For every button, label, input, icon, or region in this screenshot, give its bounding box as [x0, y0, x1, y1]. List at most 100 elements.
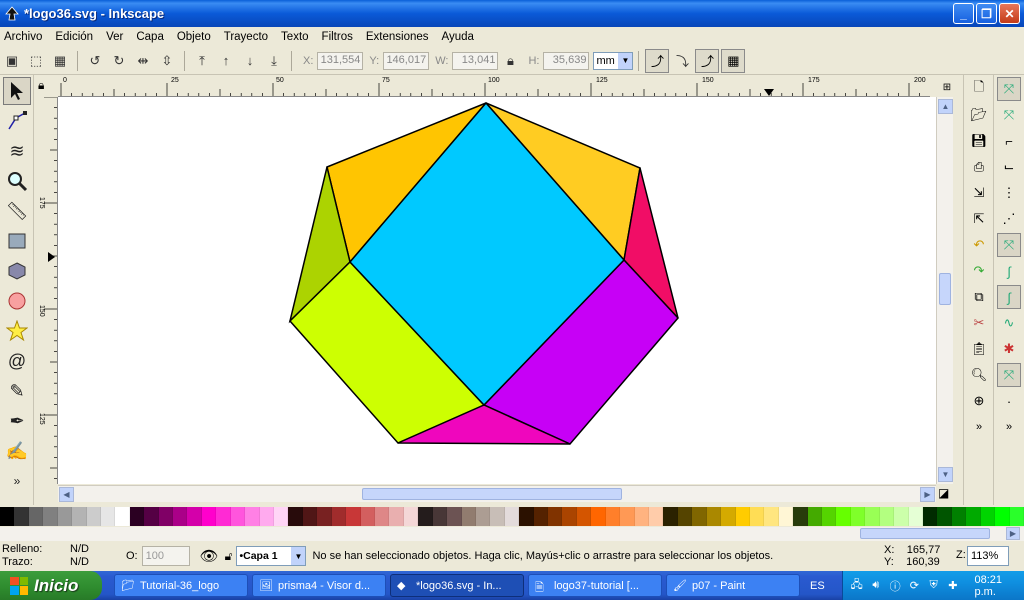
lower-to-bottom-icon[interactable]: ⤓	[264, 51, 284, 71]
palette-swatch[interactable]	[187, 507, 202, 526]
node-tool-icon[interactable]	[3, 107, 31, 135]
menu-extensiones[interactable]: Extensiones	[366, 31, 429, 43]
palette-swatch[interactable]	[850, 507, 866, 526]
minimize-button[interactable]: _	[953, 3, 974, 24]
palette-swatch[interactable]	[951, 507, 967, 526]
undo-icon[interactable]: ↶	[967, 233, 991, 257]
palette-swatch[interactable]	[995, 507, 1010, 526]
palette-swatch[interactable]	[692, 507, 707, 526]
ellipse-tool-icon[interactable]	[3, 287, 31, 315]
snap-object-center-icon[interactable]: ·	[997, 389, 1021, 413]
horizontal-scrollbar[interactable]: ◀ ▶	[58, 485, 936, 502]
snap-bbox-midpoint-icon[interactable]: ⋮	[997, 181, 1021, 205]
palette-swatch[interactable]	[302, 507, 318, 526]
palette-swatch[interactable]	[548, 507, 563, 526]
palette-swatch[interactable]	[894, 507, 909, 526]
tweak-tool-icon[interactable]: ≋	[3, 137, 31, 165]
snap-bbox-edge-icon[interactable]: ⌐	[997, 129, 1021, 153]
palette-swatch[interactable]	[793, 507, 808, 526]
palette-swatch[interactable]	[115, 507, 130, 526]
palette-swatch[interactable]	[389, 507, 404, 526]
palette-swatch[interactable]	[245, 507, 260, 526]
snap-nodes-icon[interactable]: ⤧	[997, 233, 1021, 257]
palette-swatch[interactable]	[14, 507, 29, 526]
menu-ayuda[interactable]: Ayuda	[442, 31, 474, 43]
palette-swatch[interactable]	[432, 507, 448, 526]
snap-bbox-corner-icon[interactable]: ⌙	[997, 155, 1021, 179]
menu-trayecto[interactable]: Trayecto	[224, 31, 268, 43]
move-patterns-toggle[interactable]: ▦	[721, 48, 746, 73]
menu-edicion[interactable]: Edición	[55, 31, 93, 43]
zoom-drawing-icon[interactable]: ⊕	[967, 389, 991, 413]
network-icon[interactable]: 🖧	[849, 578, 864, 594]
calligraphy-tool-icon[interactable]: ✍	[3, 437, 31, 465]
palette-swatch[interactable]	[865, 507, 880, 526]
unit-select[interactable]: mm ▼	[593, 51, 634, 70]
palette-swatch[interactable]	[129, 507, 145, 526]
palette-scrollbar[interactable]: ▶	[0, 527, 1024, 541]
palette-swatch[interactable]	[663, 507, 678, 526]
more-snap-icon[interactable]: »	[997, 415, 1021, 439]
x-field[interactable]: 131,554	[317, 51, 364, 70]
palette-swatch[interactable]	[677, 507, 693, 526]
palette-swatch[interactable]	[923, 507, 938, 526]
move-gradients-toggle[interactable]: ⤴	[695, 48, 720, 73]
snap-paths-icon[interactable]: ∫	[997, 259, 1021, 283]
layer-select[interactable]: •Capa 1 ▼	[236, 546, 307, 566]
horizontal-scroll-thumb[interactable]	[362, 488, 622, 500]
scale-stroke-toggle[interactable]: ⤴	[645, 48, 670, 73]
palette-swatch[interactable]	[908, 507, 923, 526]
print-icon[interactable]: ⎙	[967, 155, 991, 179]
measure-tool-icon[interactable]: 📏︎	[3, 197, 31, 225]
pen-tool-icon[interactable]: ✒	[3, 407, 31, 435]
zoom-selection-icon[interactable]: 🔍︎	[967, 363, 991, 387]
zoom-tool-icon[interactable]	[3, 167, 31, 195]
import-icon[interactable]: ⇲	[967, 181, 991, 205]
snap-cusp-nodes-icon[interactable]: ∿	[997, 311, 1021, 335]
w-field[interactable]: 13,041	[452, 51, 499, 70]
menu-capa[interactable]: Capa	[136, 31, 164, 43]
palette-swatch[interactable]	[533, 507, 549, 526]
lock-icon[interactable]: 🔒︎	[500, 51, 520, 71]
palette-swatch[interactable]	[288, 507, 303, 526]
palette-swatch[interactable]	[706, 507, 722, 526]
antivirus-icon[interactable]: ✚	[945, 578, 960, 594]
palette-swatch[interactable]	[648, 507, 664, 526]
selector-tool-icon[interactable]	[3, 77, 31, 105]
palette-swatch[interactable]	[374, 507, 390, 526]
vertical-scrollbar[interactable]: ▲ ▼	[936, 97, 953, 484]
rotate-cw-icon[interactable]: ↻	[109, 51, 129, 71]
flip-vertical-icon[interactable]: ⇳	[157, 51, 177, 71]
snap-bbox-icon[interactable]: ⤧	[997, 103, 1021, 127]
snap-path-intersection-icon[interactable]: ∫	[997, 285, 1021, 309]
palette-swatch[interactable]	[201, 507, 217, 526]
start-button[interactable]: Inicio	[0, 571, 102, 600]
info-icon[interactable]: ⓘ	[888, 578, 903, 594]
select-all-icon[interactable]: ▣	[2, 51, 22, 71]
star-tool-icon[interactable]	[3, 317, 31, 345]
palette-swatch[interactable]	[735, 507, 750, 526]
h-field[interactable]: 35,639	[543, 51, 590, 70]
palette-swatch[interactable]	[72, 507, 87, 526]
palette-swatch[interactable]	[879, 507, 895, 526]
palette-swatch[interactable]	[836, 507, 851, 526]
task-image-viewer[interactable]: 🖼︎ prisma4 - Visor d...	[252, 574, 386, 597]
menu-objeto[interactable]: Objeto	[177, 31, 211, 43]
lower-icon[interactable]: ↓	[240, 51, 260, 71]
palette-swatch[interactable]	[259, 507, 275, 526]
palette-swatch[interactable]	[43, 507, 58, 526]
scroll-left-icon[interactable]: ◀	[59, 487, 74, 502]
sticky-zoom-icon[interactable]: ⊞	[938, 78, 956, 96]
lock-guides-icon[interactable]: 🔒︎	[38, 78, 56, 96]
more-tools-icon[interactable]: »	[3, 467, 31, 495]
3d-box-tool-icon[interactable]	[3, 257, 31, 285]
palette-swatch[interactable]	[764, 507, 779, 526]
palette-swatch[interactable]	[634, 507, 649, 526]
snap-smooth-nodes-icon[interactable]: ✱	[997, 337, 1021, 361]
save-icon[interactable]: 💾︎	[967, 129, 991, 153]
palette-swatch[interactable]	[822, 507, 837, 526]
paste-icon[interactable]: 📋︎	[967, 337, 991, 361]
restore-button[interactable]: ❐	[976, 3, 997, 24]
volume-icon[interactable]: 🔊︎	[868, 578, 883, 594]
rotate-ccw-icon[interactable]: ↺	[85, 51, 105, 71]
